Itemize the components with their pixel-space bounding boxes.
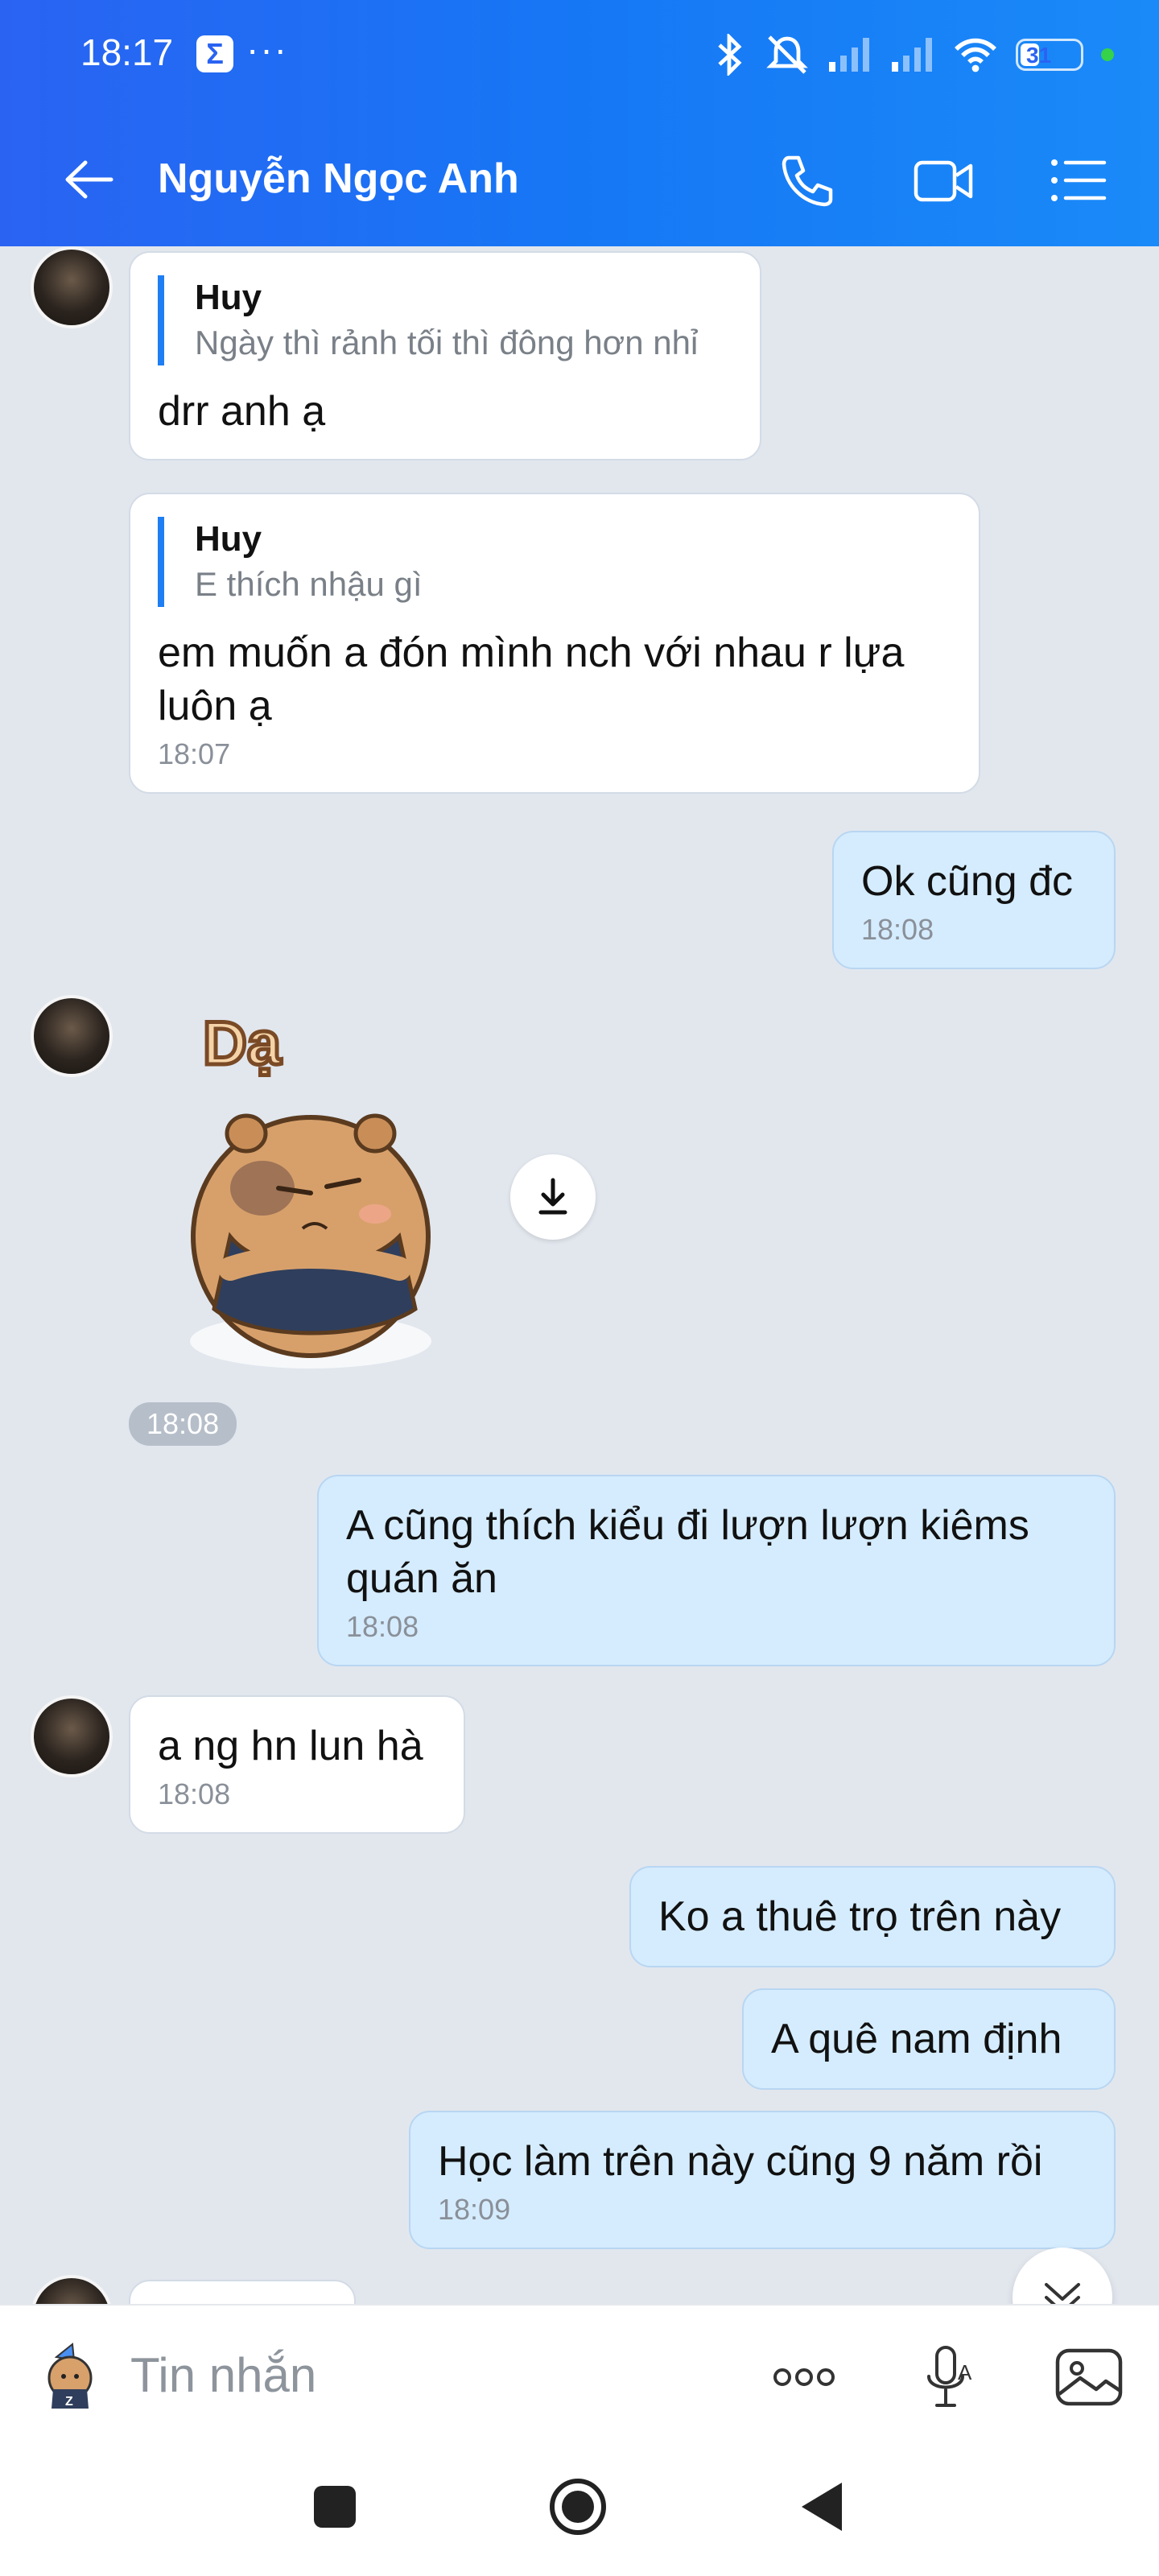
status-time: 18:17	[80, 31, 174, 73]
nav-circle-icon[interactable]	[547, 2476, 608, 2537]
chat-header: Nguyễn Ngọc Anh	[0, 113, 1159, 246]
message-time: 18:09	[438, 2193, 511, 2226]
quote-text: E thích nhậu gì	[195, 565, 423, 603]
sticker-label: Dạ	[203, 1009, 282, 1078]
message-text: em muốn a đón mình nch với nhau r lựa lu…	[158, 630, 905, 729]
message-text: Học làm trên này cũng 9 năm rồi	[438, 2138, 1043, 2185]
avatar[interactable]	[31, 995, 113, 1077]
more-notifications-icon: ···	[246, 28, 288, 70]
message-bubble[interactable]: a ng hn lun hà 18:08	[129, 1695, 465, 1834]
quote-author: Huy	[195, 519, 262, 559]
my-message-bubble[interactable]: A cũng thích kiểu đi lượn lượn kiêms quá…	[317, 1475, 1116, 1666]
privacy-indicator-dot	[1101, 48, 1114, 61]
download-button[interactable]	[510, 1154, 596, 1240]
status-bar: 18:17 Σ ··· 31	[0, 0, 1159, 113]
more-icon[interactable]	[768, 2341, 840, 2413]
nav-back-icon[interactable]	[792, 2476, 853, 2537]
svg-text:A: A	[958, 2360, 972, 2384]
svg-text:Z: Z	[65, 2395, 73, 2409]
sigma-icon: Σ	[196, 35, 233, 72]
chat-area[interactable]: Huy Ngày thì rảnh tối thì đông hơn nhỉ d…	[0, 246, 1159, 2304]
my-message-bubble[interactable]: Ko a thuê trọ trên này	[629, 1866, 1116, 1967]
scroll-down-icon	[1045, 2283, 1080, 2304]
avatar[interactable]	[31, 2275, 113, 2304]
quote-author: Huy	[195, 278, 262, 317]
quoted-message[interactable]: Huy E thích nhậu gì	[158, 517, 951, 607]
my-message-bubble[interactable]: Ok cũng đc 18:08	[832, 831, 1116, 969]
image-icon[interactable]	[1053, 2341, 1125, 2413]
message-time: 18:08	[158, 1777, 231, 1810]
message-text: A cũng thích kiểu đi lượn lượn kiêms quá…	[346, 1502, 1029, 1602]
bluetooth-icon	[718, 34, 742, 76]
message-time: 18:08	[346, 1610, 419, 1643]
message-bubble[interactable]: Huy E thích nhậu gì em muốn a đón mình n…	[129, 493, 980, 794]
message-text: Ko a thuê trọ trên này	[658, 1893, 1062, 1940]
voice-icon[interactable]: A	[913, 2341, 985, 2413]
sticker-capybara[interactable]: Dạ	[158, 1003, 464, 1386]
menu-list-icon[interactable]	[1046, 148, 1111, 213]
mute-icon	[766, 35, 808, 74]
message-text: drr anh ạ	[158, 388, 326, 435]
quoted-message[interactable]: Huy Ngày thì rảnh tối thì đông hơn nhỉ	[158, 275, 732, 365]
sticker-icon[interactable]: Z	[35, 2341, 105, 2410]
message-time: 18:07	[158, 737, 231, 770]
message-input-bar: Z Tin nhắn A	[0, 2304, 1159, 2441]
top-bar: 18:17 Σ ··· 31 Nguyễn Ngọc Anh	[0, 0, 1159, 246]
battery-level: 31	[1026, 43, 1052, 68]
message-text: Ok cũng đc	[861, 858, 1074, 905]
avatar[interactable]	[31, 1695, 113, 1777]
status-icons: 31	[715, 31, 1114, 79]
my-message-bubble[interactable]: A quê nam định	[742, 1988, 1116, 2090]
navigation-bar	[0, 2439, 1159, 2576]
my-message-bubble[interactable]: Học làm trên này cũng 9 năm rồi 18:09	[409, 2111, 1116, 2249]
message-time: 18:08	[861, 913, 934, 946]
download-icon	[538, 1178, 567, 1215]
sticker-time: 18:08	[129, 1402, 237, 1446]
signal-icon-2	[892, 38, 932, 72]
back-arrow-icon[interactable]	[61, 151, 118, 208]
signal-icon-1	[829, 38, 869, 72]
message-input[interactable]: Tin nhắn	[130, 2347, 316, 2403]
message-text: a ng hn lun hà	[158, 1723, 423, 1769]
contact-name[interactable]: Nguyễn Ngọc Anh	[158, 155, 519, 203]
message-text: A quê nam định	[771, 2016, 1062, 2062]
battery-icon: 31	[1016, 39, 1083, 71]
video-call-icon[interactable]	[911, 148, 975, 213]
nav-square-icon[interactable]	[304, 2476, 365, 2537]
wifi-icon	[955, 38, 996, 72]
scroll-down-button[interactable]	[1013, 2248, 1112, 2304]
phone-icon[interactable]	[774, 148, 839, 213]
quote-text: Ngày thì rảnh tối thì đông hơn nhỉ	[195, 324, 699, 361]
avatar[interactable]	[31, 246, 113, 328]
message-bubble[interactable]	[129, 2280, 356, 2304]
message-bubble[interactable]: Huy Ngày thì rảnh tối thì đông hơn nhỉ d…	[129, 251, 761, 460]
